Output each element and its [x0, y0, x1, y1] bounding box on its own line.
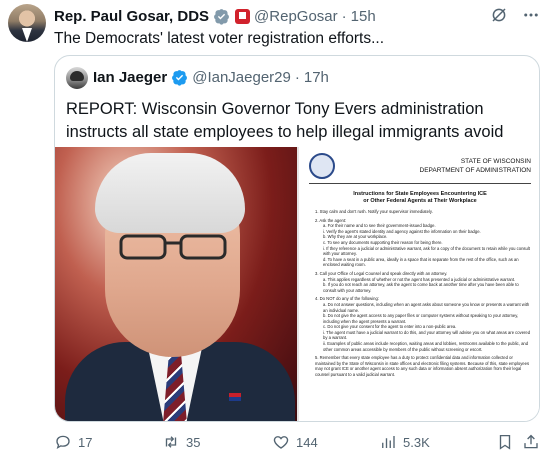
like-count: 144 [296, 434, 318, 450]
document-letterhead: STATE OF WISCONSIN DEPARTMENT OF ADMINIS… [420, 157, 531, 175]
glasses-graphic [119, 234, 227, 260]
tweet-time[interactable]: 15h [351, 8, 376, 25]
like-button[interactable]: 144 [272, 432, 318, 452]
document-subitem: a. Do not answer questions, including wh… [323, 301, 530, 313]
grok-icon[interactable] [490, 6, 508, 24]
repost-count: 35 [186, 434, 201, 450]
share-button[interactable] [522, 432, 540, 452]
document-subitem: ii. Examples of public areas include rec… [323, 341, 529, 352]
document-subitem: d. To have a seat in a public area, idea… [323, 256, 519, 268]
governor-photo[interactable] [55, 147, 297, 421]
repost-icon [165, 436, 177, 448]
flag-pin [229, 393, 241, 401]
quoted-tweet[interactable]: Ian Jaeger @IanJaeger29 · 17h REPORT: Wi… [54, 55, 540, 422]
views-button[interactable]: 5.3K [379, 432, 430, 452]
reply-icon [56, 435, 70, 450]
bookmark-icon [499, 434, 511, 450]
document-subitem: b. If you do not reach an attorney, ask … [323, 282, 519, 293]
views-icon [382, 436, 395, 448]
title-line-1: Instructions for State Employees Encount… [353, 191, 487, 197]
letterhead-divider [309, 183, 531, 184]
like-icon [273, 436, 289, 449]
congress-flag-icon [235, 8, 251, 24]
tweet-text: The Democrats' latest voter registration… [54, 30, 385, 47]
reply-button[interactable]: 17 [54, 432, 92, 452]
separator-dot: · [341, 7, 347, 25]
author-name[interactable]: Rep. Paul Gosar, DDS [54, 8, 209, 25]
bookmark-button[interactable] [496, 432, 514, 452]
tweet-header: Rep. Paul Gosar, DDS @RepGosar · 15h [54, 6, 540, 26]
document-subitem: i. If they reference a judicial or admin… [323, 245, 530, 257]
verified-badge-icon [172, 70, 188, 86]
quote-media[interactable]: STATE OF WISCONSIN DEPARTMENT OF ADMINIS… [55, 147, 539, 421]
reply-count: 17 [78, 434, 93, 450]
share-icon [524, 434, 538, 449]
letterhead-department: DEPARTMENT OF ADMINISTRATION [419, 167, 531, 174]
title-line-2: or Other Federal Agents at Their Workpla… [363, 198, 477, 204]
quote-author-name[interactable]: Ian Jaeger [93, 69, 167, 86]
document-subitem: i. The agent must have a judicial warran… [323, 329, 531, 341]
document-title: Instructions for State Employees Encount… [309, 191, 531, 205]
views-count: 5.3K [403, 434, 430, 450]
quote-author-avatar[interactable] [66, 67, 88, 89]
letterhead-state: STATE OF WISCONSIN [460, 158, 531, 165]
photo-hair [95, 153, 245, 233]
separator-dot: · [294, 69, 300, 86]
document-item: 1. Stay calm and don't rush. Notify your… [315, 209, 433, 214]
more-icon[interactable] [522, 6, 540, 24]
repost-button[interactable]: 35 [162, 432, 200, 452]
author-handle[interactable]: @RepGosar [254, 8, 338, 25]
document-body: 1. Stay calm and don't rush. Notify your… [315, 209, 531, 381]
author-avatar[interactable] [8, 4, 46, 42]
quote-header: Ian Jaeger @IanJaeger29 · 17h [93, 69, 329, 86]
action-bar: 17 35 144 5.3K [54, 432, 540, 452]
document-image[interactable]: STATE OF WISCONSIN DEPARTMENT OF ADMINIS… [297, 147, 539, 421]
state-seal [309, 153, 335, 179]
verified-badge-icon [214, 8, 229, 25]
document-subitem: b. Do not give the agent access to any p… [323, 313, 519, 324]
quote-time[interactable]: 17h [304, 69, 329, 86]
document-item: 5. Remember that every state employee ha… [315, 355, 530, 378]
quote-author-handle[interactable]: @IanJaeger29 [192, 69, 291, 86]
